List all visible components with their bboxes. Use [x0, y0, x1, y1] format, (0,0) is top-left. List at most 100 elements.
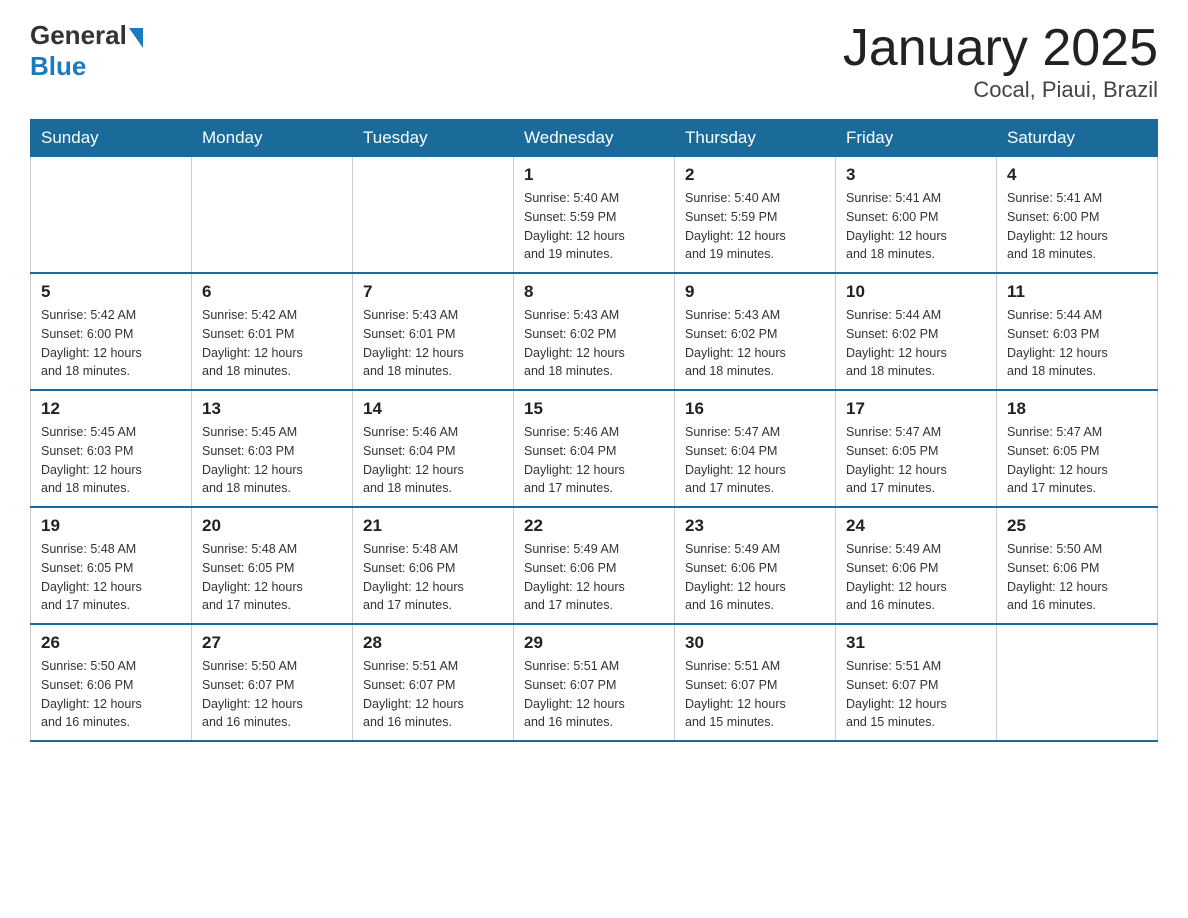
- day-info: Sunrise: 5:49 AMSunset: 6:06 PMDaylight:…: [846, 540, 986, 615]
- day-number: 27: [202, 633, 342, 653]
- calendar-day-cell: 14 Sunrise: 5:46 AMSunset: 6:04 PMDayligh…: [353, 390, 514, 507]
- day-number: 17: [846, 399, 986, 419]
- day-number: 26: [41, 633, 181, 653]
- calendar-day-cell: 25Sunrise: 5:50 AMSunset: 6:06 PMDayligh…: [997, 507, 1158, 624]
- calendar-day-cell: 18 Sunrise: 5:47 AMSunset: 6:05 PMDayligh…: [997, 390, 1158, 507]
- day-of-week-header: Sunday: [31, 120, 192, 157]
- calendar-day-cell: 12 Sunrise: 5:45 AMSunset: 6:03 PMDayligh…: [31, 390, 192, 507]
- day-number: 22: [524, 516, 664, 536]
- day-info: Sunrise: 5:49 AMSunset: 6:06 PMDaylight:…: [524, 540, 664, 615]
- day-number: 20: [202, 516, 342, 536]
- calendar-day-cell: 10 Sunrise: 5:44 AMSunset: 6:02 PMDayligh…: [836, 273, 997, 390]
- day-of-week-header: Tuesday: [353, 120, 514, 157]
- day-number: 6: [202, 282, 342, 302]
- day-info: Sunrise: 5:47 AMSunset: 6:04 PMDaylight:…: [685, 423, 825, 498]
- calendar-week-row: 5 Sunrise: 5:42 AMSunset: 6:00 PMDaylight…: [31, 273, 1158, 390]
- calendar-day-cell: 19 Sunrise: 5:48 AMSunset: 6:05 PMDayligh…: [31, 507, 192, 624]
- calendar-day-cell: 30 Sunrise: 5:51 AMSunset: 6:07 PMDayligh…: [675, 624, 836, 741]
- day-info: Sunrise: 5:47 AMSunset: 6:05 PMDaylight:…: [846, 423, 986, 498]
- calendar-day-cell: 28 Sunrise: 5:51 AMSunset: 6:07 PMDayligh…: [353, 624, 514, 741]
- day-info: Sunrise: 5:46 AMSunset: 6:04 PMDaylight:…: [363, 423, 503, 498]
- calendar-header-row: SundayMondayTuesdayWednesdayThursdayFrid…: [31, 120, 1158, 157]
- day-number: 16: [685, 399, 825, 419]
- title-block: January 2025 Cocal, Piaui, Brazil: [843, 20, 1158, 103]
- day-number: 19: [41, 516, 181, 536]
- day-info: Sunrise: 5:41 AMSunset: 6:00 PMDaylight:…: [846, 189, 986, 264]
- day-number: 28: [363, 633, 503, 653]
- calendar-week-row: 12 Sunrise: 5:45 AMSunset: 6:03 PMDayligh…: [31, 390, 1158, 507]
- day-number: 9: [685, 282, 825, 302]
- calendar-subtitle: Cocal, Piaui, Brazil: [843, 77, 1158, 103]
- day-info: Sunrise: 5:48 AMSunset: 6:05 PMDaylight:…: [202, 540, 342, 615]
- day-number: 12: [41, 399, 181, 419]
- day-info: Sunrise: 5:47 AMSunset: 6:05 PMDaylight:…: [1007, 423, 1147, 498]
- day-number: 5: [41, 282, 181, 302]
- calendar-table: SundayMondayTuesdayWednesdayThursdayFrid…: [30, 119, 1158, 742]
- calendar-day-cell: 31Sunrise: 5:51 AMSunset: 6:07 PMDayligh…: [836, 624, 997, 741]
- day-number: 30: [685, 633, 825, 653]
- day-number: 23: [685, 516, 825, 536]
- day-number: 4: [1007, 165, 1147, 185]
- day-info: Sunrise: 5:45 AMSunset: 6:03 PMDaylight:…: [202, 423, 342, 498]
- calendar-day-cell: 29Sunrise: 5:51 AMSunset: 6:07 PMDayligh…: [514, 624, 675, 741]
- day-info: Sunrise: 5:43 AMSunset: 6:02 PMDaylight:…: [685, 306, 825, 381]
- day-info: Sunrise: 5:44 AMSunset: 6:03 PMDaylight:…: [1007, 306, 1147, 381]
- calendar-day-cell: 21 Sunrise: 5:48 AMSunset: 6:06 PMDayligh…: [353, 507, 514, 624]
- calendar-day-cell: 4 Sunrise: 5:41 AMSunset: 6:00 PMDaylight…: [997, 157, 1158, 274]
- day-number: 21: [363, 516, 503, 536]
- calendar-day-cell: 13 Sunrise: 5:45 AMSunset: 6:03 PMDayligh…: [192, 390, 353, 507]
- calendar-day-cell: 7 Sunrise: 5:43 AMSunset: 6:01 PMDaylight…: [353, 273, 514, 390]
- day-of-week-header: Thursday: [675, 120, 836, 157]
- day-info: Sunrise: 5:51 AMSunset: 6:07 PMDaylight:…: [363, 657, 503, 732]
- day-info: Sunrise: 5:50 AMSunset: 6:06 PMDaylight:…: [1007, 540, 1147, 615]
- day-number: 14: [363, 399, 503, 419]
- day-number: 10: [846, 282, 986, 302]
- day-number: 7: [363, 282, 503, 302]
- day-of-week-header: Wednesday: [514, 120, 675, 157]
- day-info: Sunrise: 5:48 AMSunset: 6:06 PMDaylight:…: [363, 540, 503, 615]
- page-header: General Blue January 2025 Cocal, Piaui, …: [30, 20, 1158, 103]
- calendar-day-cell: 8 Sunrise: 5:43 AMSunset: 6:02 PMDaylight…: [514, 273, 675, 390]
- calendar-day-cell: 3Sunrise: 5:41 AMSunset: 6:00 PMDaylight…: [836, 157, 997, 274]
- day-info: Sunrise: 5:43 AMSunset: 6:02 PMDaylight:…: [524, 306, 664, 381]
- day-info: Sunrise: 5:44 AMSunset: 6:02 PMDaylight:…: [846, 306, 986, 381]
- day-number: 18: [1007, 399, 1147, 419]
- day-info: Sunrise: 5:50 AMSunset: 6:07 PMDaylight:…: [202, 657, 342, 732]
- day-info: Sunrise: 5:49 AMSunset: 6:06 PMDaylight:…: [685, 540, 825, 615]
- day-info: Sunrise: 5:41 AMSunset: 6:00 PMDaylight:…: [1007, 189, 1147, 264]
- day-info: Sunrise: 5:42 AMSunset: 6:00 PMDaylight:…: [41, 306, 181, 381]
- calendar-week-row: 1Sunrise: 5:40 AMSunset: 5:59 PMDaylight…: [31, 157, 1158, 274]
- day-info: Sunrise: 5:43 AMSunset: 6:01 PMDaylight:…: [363, 306, 503, 381]
- day-number: 29: [524, 633, 664, 653]
- day-info: Sunrise: 5:50 AMSunset: 6:06 PMDaylight:…: [41, 657, 181, 732]
- calendar-day-cell: [997, 624, 1158, 741]
- day-info: Sunrise: 5:51 AMSunset: 6:07 PMDaylight:…: [685, 657, 825, 732]
- calendar-day-cell: 24Sunrise: 5:49 AMSunset: 6:06 PMDayligh…: [836, 507, 997, 624]
- logo: General Blue: [30, 20, 143, 82]
- calendar-week-row: 26 Sunrise: 5:50 AMSunset: 6:06 PMDayligh…: [31, 624, 1158, 741]
- calendar-day-cell: 6Sunrise: 5:42 AMSunset: 6:01 PMDaylight…: [192, 273, 353, 390]
- calendar-day-cell: 9 Sunrise: 5:43 AMSunset: 6:02 PMDaylight…: [675, 273, 836, 390]
- calendar-day-cell: 16 Sunrise: 5:47 AMSunset: 6:04 PMDayligh…: [675, 390, 836, 507]
- calendar-day-cell: 23 Sunrise: 5:49 AMSunset: 6:06 PMDayligh…: [675, 507, 836, 624]
- calendar-day-cell: 26 Sunrise: 5:50 AMSunset: 6:06 PMDayligh…: [31, 624, 192, 741]
- day-info: Sunrise: 5:48 AMSunset: 6:05 PMDaylight:…: [41, 540, 181, 615]
- calendar-day-cell: 15 Sunrise: 5:46 AMSunset: 6:04 PMDayligh…: [514, 390, 675, 507]
- calendar-day-cell: 1Sunrise: 5:40 AMSunset: 5:59 PMDaylight…: [514, 157, 675, 274]
- day-number: 2: [685, 165, 825, 185]
- day-of-week-header: Friday: [836, 120, 997, 157]
- calendar-day-cell: [192, 157, 353, 274]
- day-number: 8: [524, 282, 664, 302]
- day-number: 11: [1007, 282, 1147, 302]
- logo-blue-text: Blue: [30, 51, 86, 81]
- calendar-day-cell: 11 Sunrise: 5:44 AMSunset: 6:03 PMDayligh…: [997, 273, 1158, 390]
- day-number: 13: [202, 399, 342, 419]
- day-info: Sunrise: 5:46 AMSunset: 6:04 PMDaylight:…: [524, 423, 664, 498]
- day-info: Sunrise: 5:40 AMSunset: 5:59 PMDaylight:…: [524, 189, 664, 264]
- day-number: 15: [524, 399, 664, 419]
- calendar-day-cell: 17 Sunrise: 5:47 AMSunset: 6:05 PMDayligh…: [836, 390, 997, 507]
- calendar-day-cell: 20 Sunrise: 5:48 AMSunset: 6:05 PMDayligh…: [192, 507, 353, 624]
- calendar-week-row: 19 Sunrise: 5:48 AMSunset: 6:05 PMDayligh…: [31, 507, 1158, 624]
- day-info: Sunrise: 5:45 AMSunset: 6:03 PMDaylight:…: [41, 423, 181, 498]
- calendar-day-cell: 22 Sunrise: 5:49 AMSunset: 6:06 PMDayligh…: [514, 507, 675, 624]
